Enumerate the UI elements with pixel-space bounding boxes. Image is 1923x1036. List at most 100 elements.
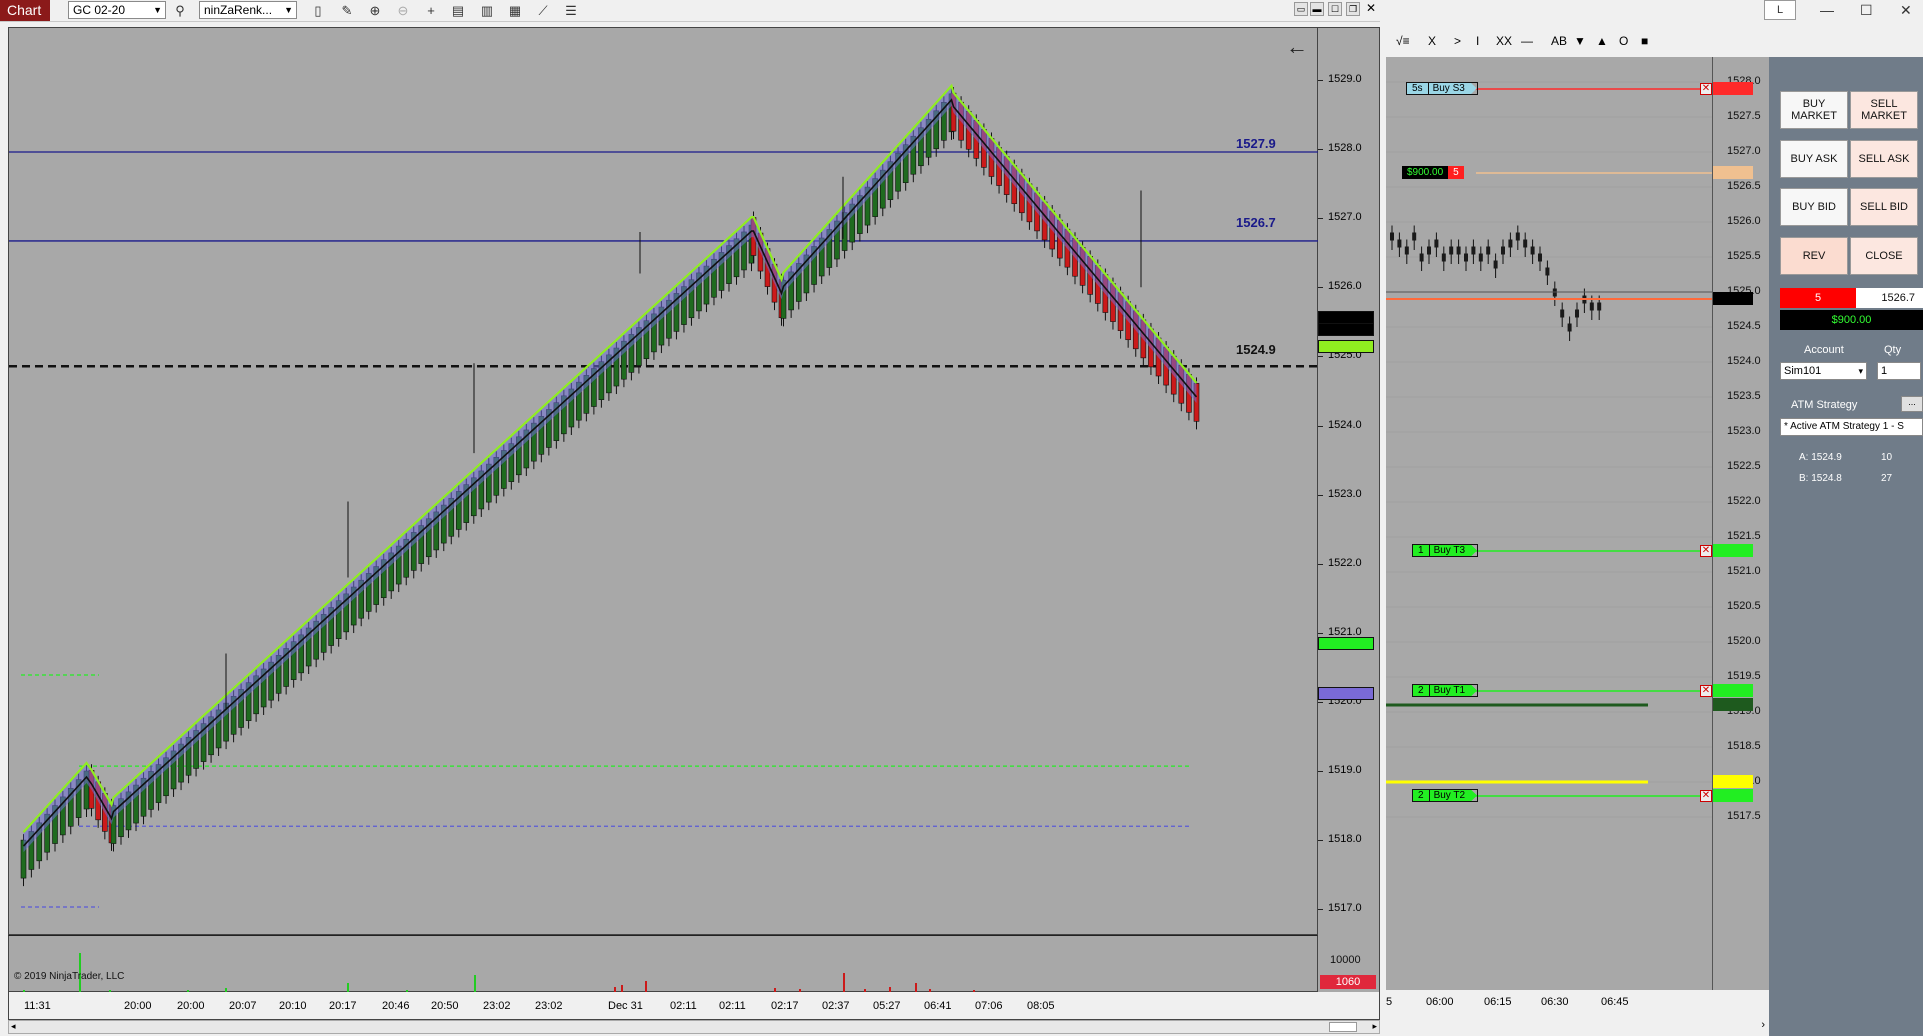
window-restore-button[interactable]: ❐: [1346, 2, 1360, 16]
window-maximize-icon[interactable]: ☐: [1860, 2, 1873, 19]
dom-price-label: 1518.5: [1727, 740, 1761, 752]
strategies-icon[interactable]: ⟋: [534, 2, 552, 20]
search-icon[interactable]: ⚲: [171, 2, 189, 20]
dom-price-label: 1527.5: [1727, 110, 1761, 122]
dom-candle: [1404, 246, 1409, 255]
account-select[interactable]: Sim101 ▾: [1780, 362, 1867, 380]
scroll-left-icon[interactable]: ◂: [11, 1021, 16, 1032]
atm-strategy-select[interactable]: * Active ATM Strategy 1 - S: [1780, 418, 1923, 436]
chart-tab[interactable]: Chart: [0, 0, 50, 21]
window-maximize-button[interactable]: ☐: [1328, 2, 1342, 16]
dom-candle: [1449, 246, 1454, 255]
drawing-tool-10: ■: [1641, 34, 1649, 48]
instrument-selector[interactable]: GC 02-20 ▼: [68, 1, 166, 19]
dom-time-label: 06:00: [1426, 996, 1454, 1008]
dom-candle: [1427, 246, 1431, 255]
time-axis-label: 20:17: [329, 1000, 357, 1012]
price-axis-tick: [1318, 632, 1323, 634]
dom-candle: [1515, 232, 1520, 241]
atm-strategy-more-button[interactable]: ...: [1901, 396, 1923, 412]
dom-scrollbar[interactable]: ›: [1386, 1017, 1769, 1036]
dom-price-label: 1519.5: [1727, 670, 1761, 682]
order-qty: 5s: [1407, 83, 1429, 94]
dom-price-axis[interactable]: 1528.0 1527.5 1527.0 1526.5 1526.0 1525.5 1525…: [1712, 57, 1769, 1017]
time-axis[interactable]: 11:31 20:00 20:00 20:07 20:10 20:17 20:46 20:50…: [8, 992, 1380, 1020]
time-axis-label: 20:00: [177, 1000, 205, 1012]
window-close-button[interactable]: ✕: [1364, 2, 1378, 16]
ask-size: 10: [1881, 452, 1893, 463]
cancel-order-icon: ✕: [1700, 83, 1712, 95]
drawing-tool-3: I: [1476, 34, 1480, 48]
dom-candle: [1560, 309, 1565, 318]
pencil-icon[interactable]: ✎: [338, 2, 356, 20]
data-box-icon[interactable]: ▥: [478, 2, 496, 20]
drawing-tool-0: √≡: [1396, 34, 1410, 48]
window-minimize-icon[interactable]: —: [1820, 2, 1834, 18]
dom-price-label: 1522.0: [1727, 495, 1761, 507]
scroll-thumb[interactable]: [1329, 1022, 1357, 1032]
time-axis-label: 08:05: [1027, 1000, 1055, 1012]
zoom-out-icon[interactable]: ⊖: [394, 2, 412, 20]
time-axis-label: 11:31: [24, 1000, 51, 1012]
chevron-down-icon: ▼: [284, 5, 293, 15]
close-position-button[interactable]: CLOSE: [1850, 237, 1918, 275]
arrow-left-icon[interactable]: ←: [1286, 34, 1308, 60]
dom-price-label: 1522.5: [1727, 460, 1761, 472]
time-axis-label: 20:00: [124, 1000, 152, 1012]
time-axis-label: 02:11: [670, 1000, 697, 1012]
dom-price-label: 1521.5: [1727, 530, 1761, 542]
account-label: Account: [1804, 344, 1844, 356]
time-axis-label: 23:02: [535, 1000, 563, 1012]
instrument-value: GC 02-20: [73, 3, 126, 17]
crosshair-icon[interactable]: +: [422, 2, 440, 20]
time-axis-label: 05:27: [873, 1000, 901, 1012]
position-pnl: $900.00: [1402, 166, 1449, 179]
dom-price-panel[interactable]: 5s Buy S3 ✕ 1 Buy T3 ✕ 2 Buy T1 ✕ 2 Buy T2 ✕ $900.00…: [1386, 57, 1712, 1017]
buy-ask-button[interactable]: BUY ASK: [1780, 140, 1848, 178]
reverse-button[interactable]: REV: [1780, 237, 1848, 275]
sell-market-button[interactable]: SELL MARKET: [1850, 91, 1918, 129]
drawing-tool-8: ▲: [1596, 34, 1608, 48]
chevron-down-icon: ▼: [153, 5, 162, 15]
price-axis-tick: [1318, 563, 1323, 565]
scroll-right-icon[interactable]: ›: [1761, 1019, 1765, 1031]
unrealized-pnl: $900.00: [1780, 310, 1923, 330]
price-panel[interactable]: ← 1527.9 1526.7 1524.9: [8, 27, 1319, 935]
zoom-in-icon[interactable]: ⊕: [366, 2, 384, 20]
order-qty: 2: [1413, 790, 1430, 801]
horizontal-scrollbar[interactable]: ◂ ▸: [8, 1020, 1380, 1034]
buy-bid-button[interactable]: BUY BID: [1780, 188, 1848, 226]
price-axis-label: 1524.0: [1328, 418, 1362, 431]
dom-candle: [1597, 302, 1602, 311]
dom-candle: [1575, 309, 1579, 318]
properties-icon[interactable]: ▤: [449, 2, 467, 20]
window-close-icon[interactable]: ✕: [1900, 2, 1912, 19]
dom-price-label: 1525.5: [1727, 250, 1761, 262]
scroll-right-icon[interactable]: ▸: [1372, 1021, 1377, 1032]
bartype-selector[interactable]: ninZaRenk... ▼: [199, 1, 297, 19]
window-tile-button[interactable]: ▭: [1294, 2, 1308, 16]
dom-price-label: 1523.5: [1727, 390, 1761, 402]
purple-level-tag: [1318, 687, 1374, 700]
dom-price-label: 1523.0: [1727, 425, 1761, 437]
buy-market-button[interactable]: BUY MARKET: [1780, 91, 1848, 129]
window-minimize-button[interactable]: ▬: [1310, 2, 1324, 16]
volume-panel[interactable]: © 2019 NinjaTrader, LLC: [8, 935, 1318, 993]
sell-ask-button[interactable]: SELL ASK: [1850, 140, 1918, 178]
sell-bid-button[interactable]: SELL BID: [1850, 188, 1918, 226]
volume-axis-label: 10000: [1330, 954, 1361, 966]
y-high-tag: [1713, 698, 1753, 711]
window-layout-button[interactable]: L: [1764, 0, 1796, 20]
page-icon[interactable]: ▯: [309, 2, 327, 20]
price-axis-tick: [1318, 356, 1323, 358]
price-axis-tick: [1318, 909, 1323, 911]
indicators-icon[interactable]: ▦: [506, 2, 524, 20]
price-axis-label: 1521.0: [1328, 625, 1362, 638]
qty-stepper[interactable]: 1: [1877, 362, 1921, 380]
last-price-label: 1524.9: [1236, 342, 1276, 357]
price-axis[interactable]: 1529.0 1528.0 1527.0 1526.0 1525.0 1524.0 1523…: [1318, 27, 1380, 935]
dom-candle: [1412, 232, 1417, 241]
drawing-tool-4: XX: [1496, 34, 1513, 48]
dom-candle: [1538, 253, 1542, 262]
templates-icon[interactable]: ☰: [562, 2, 580, 20]
